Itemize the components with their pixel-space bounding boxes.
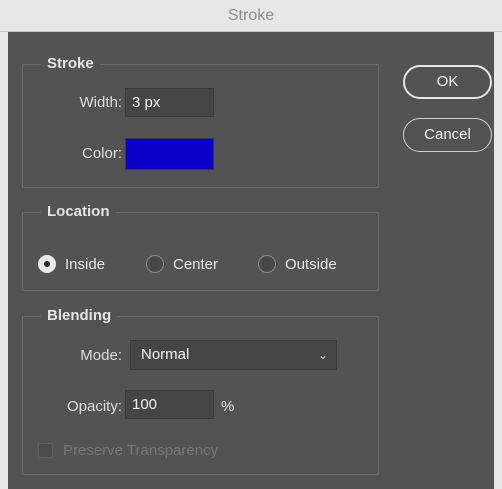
cancel-button[interactable]: Cancel xyxy=(403,118,492,152)
stroke-group-title: Stroke xyxy=(41,55,100,73)
radio-label: Inside xyxy=(65,255,106,273)
mode-label: Mode: xyxy=(80,347,122,364)
location-group: Location xyxy=(22,203,379,291)
radio-selected-icon xyxy=(38,255,56,273)
stroke-dialog: Stroke Stroke Width: Color: OK Cancel Lo… xyxy=(0,0,502,489)
radio-unselected-icon xyxy=(258,255,276,273)
location-group-title: Location xyxy=(41,203,116,221)
opacity-unit: % xyxy=(221,398,235,415)
color-swatch[interactable] xyxy=(125,138,214,170)
dialog-title: Stroke xyxy=(0,0,502,32)
blend-mode-select[interactable]: Normal ⌄ xyxy=(130,340,337,370)
width-input[interactable] xyxy=(125,88,214,117)
ok-button[interactable]: OK xyxy=(403,65,492,99)
opacity-label: Opacity: xyxy=(66,398,122,415)
chevron-down-icon: ⌄ xyxy=(317,348,328,362)
opacity-input[interactable] xyxy=(125,390,214,419)
blend-mode-value: Normal xyxy=(141,346,190,363)
window-border-right xyxy=(494,32,502,489)
blending-group-title: Blending xyxy=(41,307,118,325)
checkbox-box xyxy=(38,442,53,458)
radio-label: Center xyxy=(173,255,219,273)
radio-label: Outside xyxy=(285,255,337,273)
location-radio-inside[interactable]: Inside xyxy=(38,253,105,275)
location-radio-center[interactable]: Center xyxy=(146,253,218,275)
width-label: Width: xyxy=(79,94,122,111)
window-border-left xyxy=(0,32,8,489)
location-radio-outside[interactable]: Outside xyxy=(258,253,337,275)
radio-unselected-icon xyxy=(146,255,164,273)
preserve-transparency-label: Preserve Transparency xyxy=(63,441,219,459)
preserve-transparency-checkbox[interactable]: Preserve Transparency xyxy=(38,440,218,460)
color-label: Color: xyxy=(81,145,122,162)
